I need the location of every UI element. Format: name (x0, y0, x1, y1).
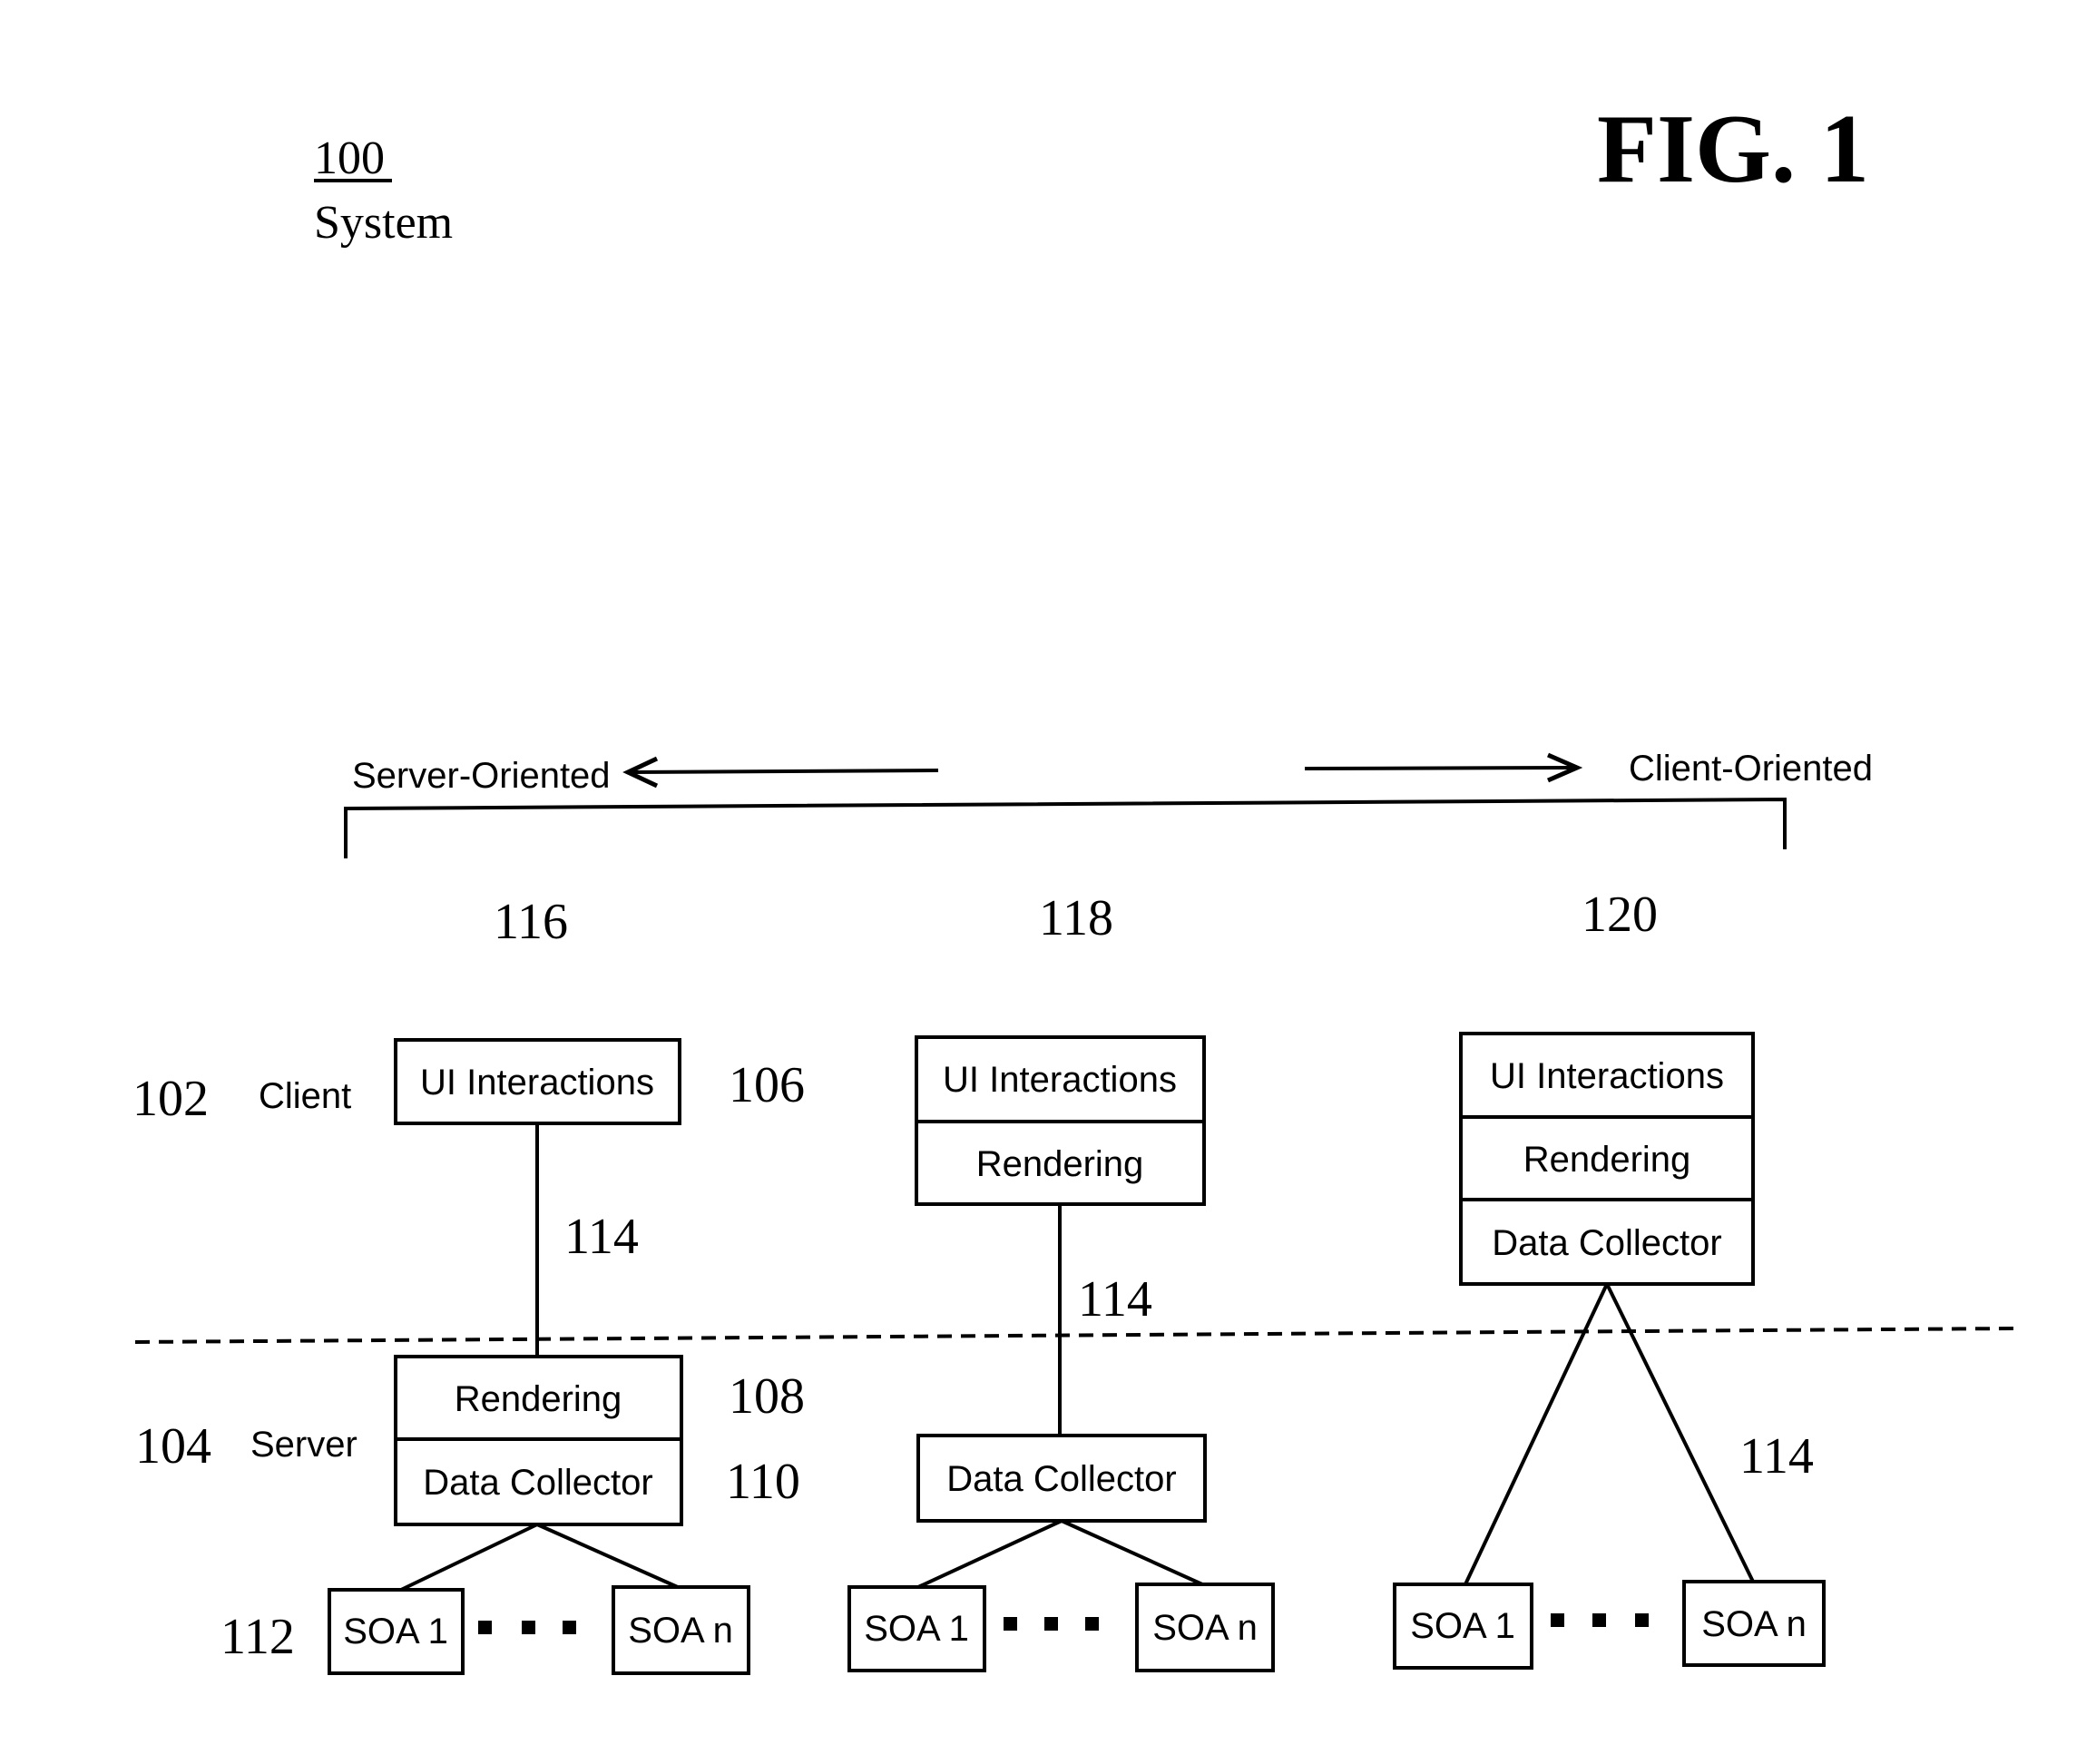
soa-last-label: SOA n (1701, 1604, 1807, 1644)
spectrum-bracket (344, 797, 1787, 858)
column-120: UI Interactions Rendering Data Collector… (1393, 1032, 1826, 1670)
client-server-boundary (134, 1327, 2014, 1344)
system-label: System (314, 197, 453, 249)
rendering-label: Rendering (1523, 1140, 1691, 1180)
ui-interactions-label: UI Interactions (943, 1060, 1177, 1100)
soa-link (1061, 1519, 1203, 1586)
ellipsis-dots-icon (1551, 1613, 1649, 1627)
data-collector-label: Data Collector (946, 1459, 1176, 1499)
ellipsis-dots-icon (1004, 1617, 1099, 1631)
patent-figure: 100 System FIG. 1 Server-Oriented Client… (0, 0, 2096, 1764)
arrow-right-icon (1304, 752, 1583, 783)
server-oriented-label: Server-Oriented (352, 756, 611, 796)
client-oriented-label: Client-Oriented (1629, 749, 1873, 789)
soa-link (536, 1523, 681, 1590)
soa-link (400, 1523, 538, 1592)
connection-ref-114: 114 (1078, 1271, 1152, 1328)
ui-interactions-label: UI Interactions (420, 1063, 654, 1102)
data-collector-label: Data Collector (1492, 1223, 1721, 1263)
server-tier-ref: 104 (135, 1418, 211, 1475)
soa-first-label: SOA 1 (1410, 1606, 1515, 1646)
column-116: UI Interactions 106 114 Rendering Data C… (220, 1038, 805, 1675)
figure-title: FIG. 1 (1597, 95, 1869, 203)
rendering-label: Rendering (976, 1144, 1144, 1184)
rendering-label: Rendering (455, 1379, 622, 1419)
column-ref-120: 120 (1582, 887, 1658, 943)
ref-110: 110 (726, 1454, 800, 1510)
column-ref-116: 116 (494, 894, 568, 950)
soa-first-label: SOA 1 (864, 1609, 969, 1649)
arrow-left-icon (622, 756, 939, 789)
soa-link (917, 1519, 1063, 1589)
soa-link (1605, 1283, 1755, 1583)
soa-link (1464, 1283, 1609, 1585)
ui-interactions-label: UI Interactions (1490, 1056, 1724, 1096)
soa-first-label: SOA 1 (343, 1612, 448, 1651)
connection-ref-114: 114 (564, 1209, 639, 1265)
ellipsis-dots-icon (478, 1621, 576, 1634)
system-diagram: 100 System FIG. 1 Server-Oriented Client… (132, 95, 2014, 1675)
system-ref-number: 100 (314, 132, 385, 184)
client-tier-ref: 102 (132, 1071, 209, 1127)
server-tier-label: Server (250, 1425, 357, 1465)
soa-last-label: SOA n (628, 1611, 733, 1651)
data-collector-label: Data Collector (423, 1463, 652, 1503)
column-118: UI Interactions Rendering 114 Data Colle… (847, 1035, 1275, 1672)
ref-112: 112 (220, 1609, 295, 1665)
connection-ref-114: 114 (1739, 1428, 1814, 1485)
column-ref-118: 118 (1039, 890, 1113, 946)
ref-106: 106 (729, 1057, 805, 1113)
ref-108: 108 (729, 1368, 805, 1425)
client-tier-label: Client (259, 1076, 351, 1116)
soa-last-label: SOA n (1152, 1608, 1258, 1648)
